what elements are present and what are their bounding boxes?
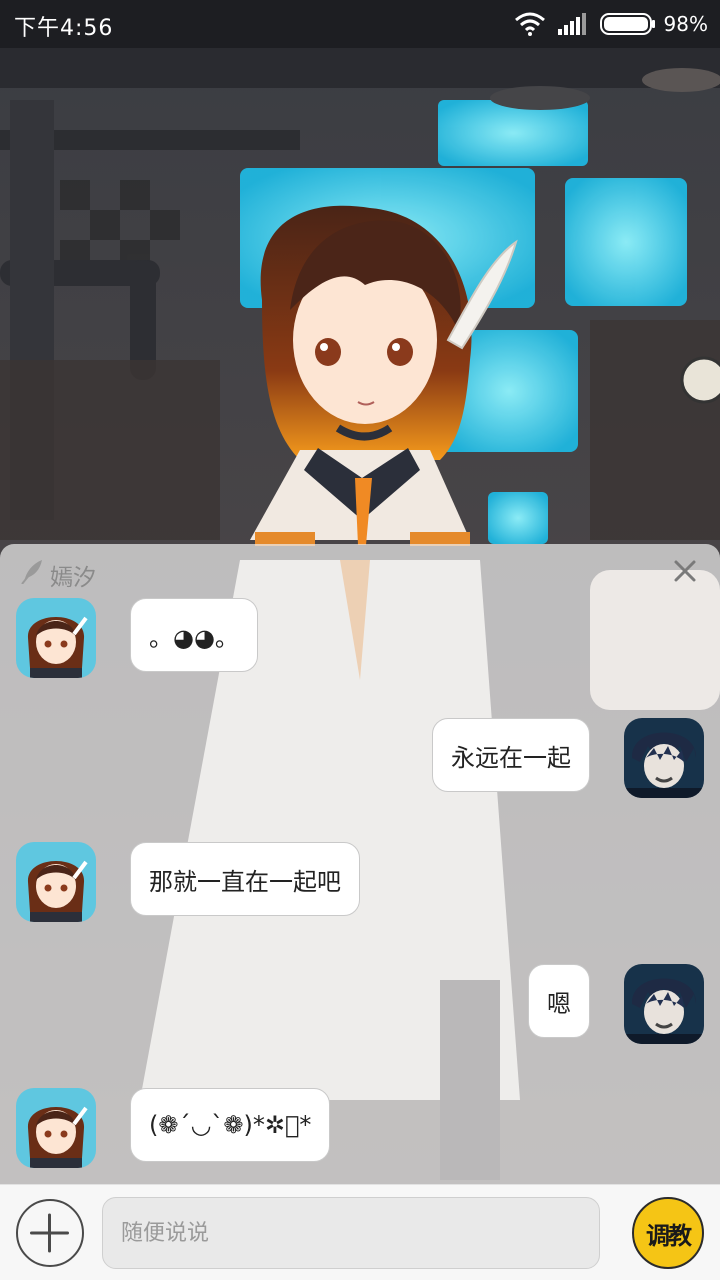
contact-name: 嫣汐 [50,565,96,591]
message-row: 那就一直在一起吧 [0,842,720,922]
chat-header: 嫣汐 [0,544,720,600]
chat-panel: 嫣汐 。◕◕。 永远在一起 那就一直在一起吧 嗯 (❁´◡`❁)*✲ﾟ* [0,544,720,1184]
message-row: 嗯 [0,964,720,1044]
bot-avatar[interactable] [16,598,96,678]
wifi-icon [514,12,546,36]
status-time: 下午4:56 [14,16,114,41]
message-bubble[interactable]: (❁´◡`❁)*✲ﾟ* [130,1088,331,1162]
feather-icon [21,560,42,584]
input-bar: 调教 [0,1184,720,1280]
battery-percent: 98% [663,12,708,36]
battery-icon [599,13,656,35]
plus-icon [30,1213,69,1253]
train-button[interactable]: 调教 [632,1197,704,1269]
message-bubble[interactable]: 。◕◕。 [130,598,258,672]
message-input[interactable] [102,1197,600,1269]
message-row: (❁´◡`❁)*✲ﾟ* [0,1088,720,1168]
message-bubble[interactable]: 嗯 [528,964,590,1038]
signal-icon [557,13,588,35]
status-bar: 下午4:56 98% [0,0,720,48]
bot-avatar[interactable] [16,842,96,922]
message-bubble[interactable]: 永远在一起 [432,718,590,792]
message-row: 永远在一起 [0,718,720,798]
close-icon[interactable] [670,556,700,586]
message-row: 。◕◕。 [0,598,720,678]
status-icons: 98% [502,8,708,40]
user-avatar[interactable] [624,718,704,798]
add-button[interactable] [16,1199,84,1267]
screen: 下午4:56 98% 嫣汐 。◕◕。 永远在一起 那就一直在一起吧 嗯 (❁´◡… [0,0,720,1280]
user-avatar[interactable] [624,964,704,1044]
bot-avatar[interactable] [16,1088,96,1168]
message-bubble[interactable]: 那就一直在一起吧 [130,842,360,916]
